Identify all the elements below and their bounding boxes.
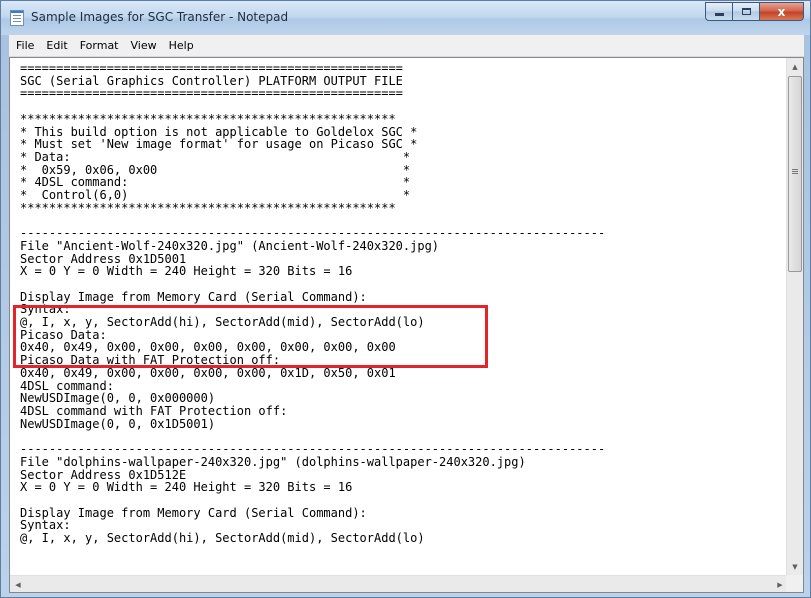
maximize-button[interactable] bbox=[732, 2, 759, 21]
minimize-icon bbox=[714, 13, 724, 16]
menu-edit[interactable]: Edit bbox=[41, 36, 72, 55]
window-title: Sample Images for SGC Transfer - Notepad bbox=[31, 10, 289, 24]
horizontal-scrollbar[interactable]: ◀ ▶ bbox=[10, 575, 788, 592]
title-bar[interactable]: Sample Images for SGC Transfer - Notepad… bbox=[1, 1, 810, 35]
caption-buttons: x bbox=[705, 2, 804, 22]
close-icon: x bbox=[777, 4, 786, 19]
notepad-window: Sample Images for SGC Transfer - Notepad… bbox=[0, 0, 811, 598]
menu-format[interactable]: Format bbox=[75, 36, 124, 55]
scroll-down-arrow-icon[interactable]: ▼ bbox=[787, 558, 803, 575]
menu-bar: File Edit Format View Help bbox=[9, 35, 804, 57]
resize-corner bbox=[786, 575, 803, 592]
vertical-scrollbar[interactable]: ▲ ▼ bbox=[786, 58, 803, 575]
vertical-scroll-thumb[interactable] bbox=[788, 76, 802, 272]
menu-file[interactable]: File bbox=[11, 36, 39, 55]
close-button[interactable]: x bbox=[759, 2, 804, 21]
maximize-icon bbox=[741, 8, 751, 15]
menu-help[interactable]: Help bbox=[164, 36, 199, 55]
highlight-annotation-box bbox=[13, 305, 488, 368]
minimize-button[interactable] bbox=[705, 2, 732, 21]
text-area[interactable]: ========================================… bbox=[10, 58, 788, 575]
menu-view[interactable]: View bbox=[126, 36, 162, 55]
notepad-app-icon[interactable] bbox=[10, 10, 24, 26]
document-text[interactable]: ========================================… bbox=[10, 58, 788, 545]
editor-area[interactable]: ========================================… bbox=[9, 57, 804, 593]
scroll-left-arrow-icon[interactable]: ◀ bbox=[10, 576, 26, 592]
scroll-up-arrow-icon[interactable]: ▲ bbox=[787, 58, 803, 75]
